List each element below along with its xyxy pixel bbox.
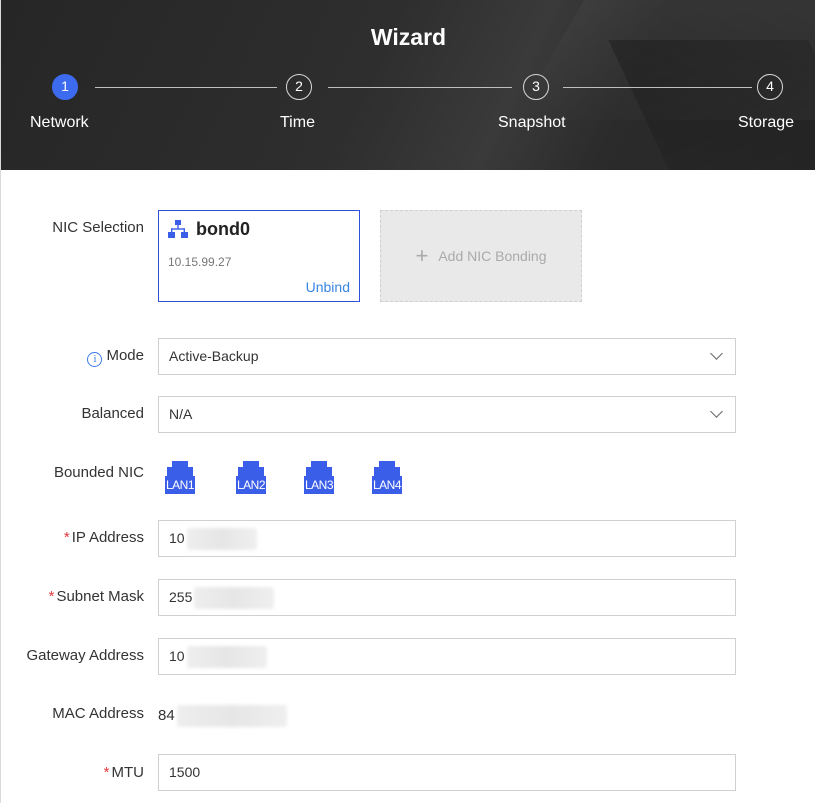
lan4-port-icon[interactable]: LAN4 [372,461,402,495]
required-marker: * [48,588,55,605]
step-connector [95,87,277,88]
nic-name: bond0 [196,219,250,239]
mode-select[interactable]: Active-Backup [158,338,736,375]
gateway-address-label: Gateway Address [26,647,144,664]
nic-card-bond0[interactable]: bond0 10.15.99.27 Unbind [158,210,360,302]
required-marker: * [63,529,70,546]
mtu-input[interactable]: 1500 [158,754,736,791]
lan1-port-icon[interactable]: LAN1 [165,461,195,495]
mac-address-label: MAC Address [52,705,144,722]
gateway-address-value: 10 [169,648,185,664]
ip-address-input[interactable]: 10 [158,520,736,557]
bounded-nic-label: Bounded NIC [53,464,144,481]
mtu-label: * MTU [103,764,144,781]
balanced-value: N/A [169,406,193,422]
step-connector [328,87,512,88]
required-marker: * [103,764,110,781]
subnet-mask-value: 255 [169,589,193,605]
redacted-value [186,528,257,551]
step-3-indicator[interactable]: 3 [523,74,549,100]
step-3-label: Snapshot [498,114,566,131]
chevron-down-icon [710,405,723,418]
step-2-label: Time [280,114,315,131]
balanced-select[interactable]: N/A [158,396,736,433]
unbind-link[interactable]: Unbind [306,279,350,295]
ip-address-label: * IP Address [63,529,144,546]
lan3-port-icon[interactable]: LAN3 [304,461,334,495]
step-4-indicator[interactable]: 4 [757,74,783,100]
nic-ip: 10.15.99.27 [168,255,232,269]
subnet-mask-label: * Subnet Mask [48,588,144,605]
wizard-title: Wizard [370,24,447,50]
step-2-indicator[interactable]: 2 [286,74,312,100]
wizard-header: Wizard 1 2 3 4 Network Time Snapshot Sto… [1,0,815,170]
info-icon[interactable]: i [87,352,103,367]
nic-selection-label: NIC Selection [52,219,144,236]
mac-address-value: 84 [158,705,287,727]
step-4-label: Storage [738,114,795,131]
gateway-address-input[interactable]: 10 [158,638,736,675]
ip-address-value: 10 [169,530,185,546]
chevron-down-icon [710,347,723,360]
step-1-indicator[interactable]: 1 [52,74,78,100]
step-1-label: Network [30,114,89,131]
balanced-label: Balanced [81,405,144,422]
redacted-value [186,646,267,669]
plus-icon: + [415,243,429,268]
mode-value: Active-Backup [169,348,259,364]
network-icon [168,220,188,238]
redacted-value [194,587,275,610]
wizard-page: Wizard 1 2 3 4 Network Time Snapshot Sto… [0,0,815,803]
subnet-mask-input[interactable]: 255 [158,579,736,616]
mtu-value: 1500 [169,764,201,780]
redacted-value [176,705,287,727]
add-nic-bonding-label: Add NIC Bonding [438,248,547,264]
add-nic-bonding-button[interactable]: + Add NIC Bonding [380,210,582,302]
step-connector [563,87,752,88]
mode-label: i Mode [87,347,144,367]
lan2-port-icon[interactable]: LAN2 [236,461,266,495]
